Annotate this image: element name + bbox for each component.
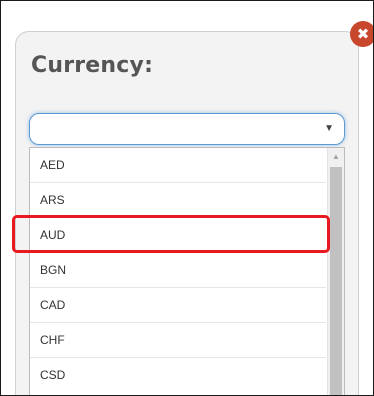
option-cad[interactable]: CAD (30, 288, 326, 323)
option-ars[interactable]: ARS (30, 183, 326, 218)
screenshot-frame: Currency: ▼ AED ARS AUD BGN CAD CHF CSD … (0, 0, 374, 396)
option-aed[interactable]: AED (30, 148, 326, 183)
currency-dropdown-list[interactable]: AED ARS AUD BGN CAD CHF CSD ▲ (29, 147, 345, 395)
scroll-up-arrow-icon[interactable]: ▲ (328, 148, 344, 165)
close-button[interactable]: ✖ (350, 21, 373, 47)
scrollbar-thumb[interactable] (330, 167, 342, 395)
caret-down-icon: ▼ (324, 123, 334, 134)
close-x-circle-icon: ✖ (356, 24, 370, 43)
option-csd[interactable]: CSD (30, 358, 326, 393)
option-chf[interactable]: CHF (30, 323, 326, 358)
currency-select[interactable]: ▼ (29, 113, 345, 145)
option-aud[interactable]: AUD (30, 218, 326, 253)
option-bgn[interactable]: BGN (30, 253, 326, 288)
currency-title: Currency: (31, 53, 154, 78)
dropdown-scrollbar[interactable]: ▲ (327, 148, 344, 395)
